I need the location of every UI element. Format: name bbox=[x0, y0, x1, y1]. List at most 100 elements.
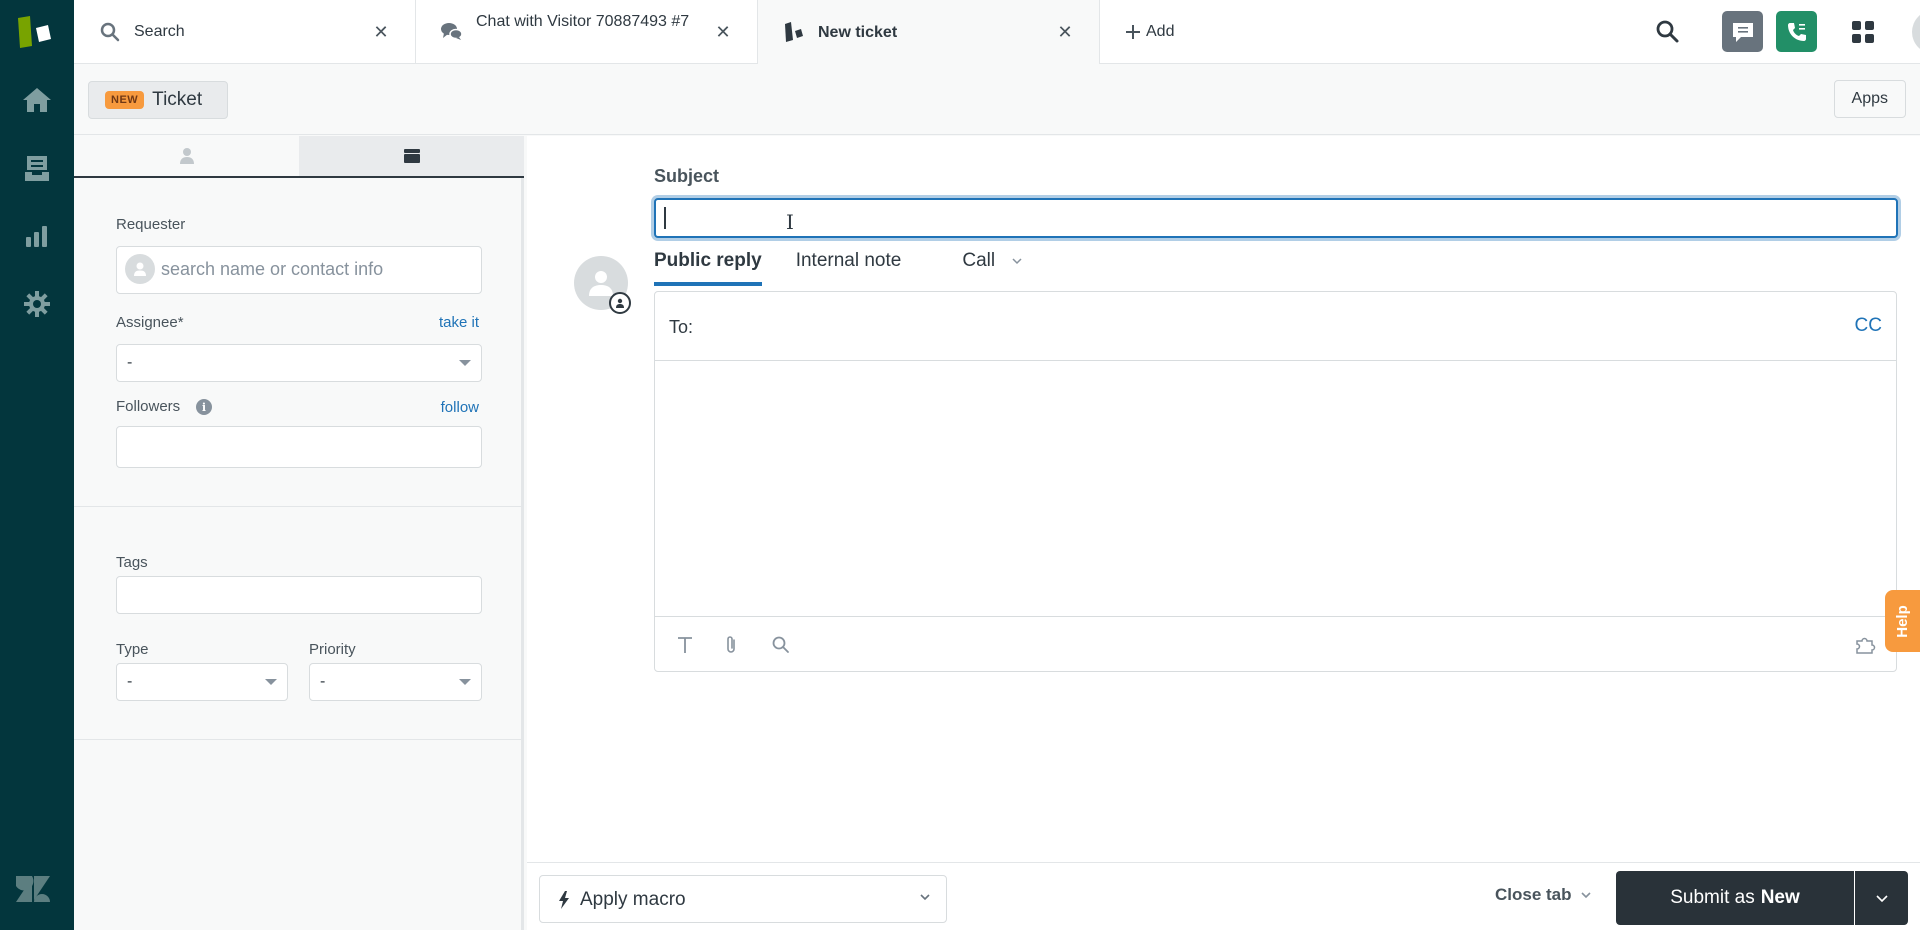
talk-phone-icon bbox=[1787, 22, 1806, 41]
text-cursor bbox=[664, 207, 666, 229]
assignee-label: Assignee* bbox=[116, 314, 184, 331]
tab-user-info[interactable] bbox=[74, 136, 299, 176]
knowledge-search-icon[interactable] bbox=[769, 633, 793, 657]
requester-input[interactable] bbox=[161, 247, 471, 291]
nav-reporting[interactable] bbox=[0, 211, 74, 261]
cc-link[interactable]: CC bbox=[1855, 315, 1882, 337]
help-button[interactable]: Help bbox=[1885, 590, 1920, 652]
inbox-icon bbox=[25, 156, 49, 181]
tab-public-reply[interactable]: Public reply bbox=[654, 250, 762, 286]
help-label: Help bbox=[1893, 604, 1911, 638]
recipients-row[interactable]: To: CC bbox=[655, 292, 1896, 361]
reply-editor: To: CC bbox=[654, 291, 1897, 672]
priority-value: - bbox=[320, 673, 326, 690]
priority-label: Priority bbox=[309, 641, 356, 658]
submit-status: New bbox=[1760, 887, 1800, 908]
reply-type-tabs: Public reply Internal note Call bbox=[654, 250, 1022, 286]
tab-search[interactable]: Search ✕ bbox=[74, 0, 416, 64]
tags-label: Tags bbox=[116, 554, 148, 571]
ibeam-cursor-icon: I bbox=[786, 210, 794, 234]
agent-badge-icon bbox=[609, 292, 631, 314]
user-icon bbox=[589, 271, 613, 296]
close-tab-menu[interactable]: Close tab bbox=[1495, 885, 1592, 905]
attachment-icon[interactable] bbox=[719, 633, 743, 657]
type-select[interactable]: - bbox=[116, 663, 288, 701]
apps-button[interactable]: Apps bbox=[1833, 80, 1906, 118]
requester-field[interactable] bbox=[116, 246, 482, 294]
ticket-footer: Apply macro Close tab Submit as New bbox=[527, 862, 1920, 930]
products-grid-icon[interactable] bbox=[1850, 19, 1876, 45]
tab-chat[interactable]: Chat with Visitor 70887493 #7 ✕ bbox=[416, 0, 758, 64]
chevron-down-icon bbox=[1012, 258, 1022, 265]
info-icon[interactable]: i bbox=[196, 399, 212, 415]
search-icon[interactable] bbox=[1654, 18, 1682, 46]
ticket-title: Ticket bbox=[152, 89, 203, 110]
call-label: Call bbox=[962, 250, 996, 271]
follow-link[interactable]: follow bbox=[441, 399, 479, 416]
nav-views[interactable] bbox=[0, 143, 74, 193]
talk-button[interactable] bbox=[1776, 11, 1817, 52]
panel-tabs bbox=[74, 136, 524, 178]
top-bar: Search ✕ Chat with Visitor 70887493 #7 ✕… bbox=[74, 0, 1920, 64]
apps-puzzle-icon[interactable] bbox=[1854, 633, 1878, 657]
bar-chart-icon bbox=[26, 226, 47, 247]
user-icon bbox=[134, 262, 146, 276]
lightning-icon bbox=[559, 891, 569, 909]
subject-input[interactable] bbox=[654, 198, 1898, 238]
followers-label: Followers bbox=[116, 398, 181, 415]
product-nav bbox=[0, 0, 74, 930]
take-it-link[interactable]: take it bbox=[439, 314, 479, 331]
apply-macro-label: Apply macro bbox=[580, 889, 686, 910]
followers-field[interactable] bbox=[116, 426, 482, 468]
close-tab-label: Close tab bbox=[1495, 885, 1572, 904]
chat-icon bbox=[1732, 22, 1753, 42]
close-icon[interactable]: ✕ bbox=[713, 22, 733, 42]
ticket-properties-panel: Requester Assignee* take it - Followers … bbox=[74, 136, 524, 930]
editor-toolbar bbox=[655, 616, 1896, 672]
close-icon[interactable]: ✕ bbox=[371, 22, 391, 42]
tab-ticket-properties[interactable] bbox=[299, 136, 524, 176]
search-icon bbox=[100, 22, 120, 42]
zendesk-support-logo[interactable] bbox=[14, 14, 60, 50]
tab-label: Search bbox=[134, 23, 185, 40]
nav-admin[interactable] bbox=[0, 279, 74, 329]
submit-button[interactable]: Submit as New bbox=[1616, 871, 1854, 925]
tab-internal-note[interactable]: Internal note bbox=[796, 250, 902, 286]
subject-label: Subject bbox=[654, 166, 720, 186]
text-format-icon[interactable] bbox=[673, 633, 697, 657]
requester-avatar bbox=[125, 254, 155, 284]
type-value: - bbox=[127, 673, 133, 690]
tab-new-ticket[interactable]: New ticket ✕ bbox=[758, 0, 1100, 64]
tab-label: Chat with Visitor 70887493 #7 bbox=[476, 13, 690, 30]
comment-body-input[interactable] bbox=[655, 362, 1896, 616]
section-divider bbox=[74, 739, 521, 740]
add-tab-label: Add bbox=[1146, 23, 1175, 40]
chevron-down-icon bbox=[920, 894, 930, 901]
status-badge: NEW bbox=[105, 91, 145, 109]
apply-macro-dropdown[interactable]: Apply macro bbox=[539, 875, 947, 923]
ticket-header: NEW Ticket Apps bbox=[74, 65, 1920, 135]
priority-select[interactable]: - bbox=[309, 663, 482, 701]
submit-options-button[interactable] bbox=[1855, 871, 1908, 925]
type-label: Type bbox=[116, 641, 149, 658]
tags-field[interactable] bbox=[116, 576, 482, 614]
zendesk-logo[interactable] bbox=[14, 874, 52, 904]
submit-prefix: Submit as bbox=[1670, 887, 1755, 908]
ticket-card-icon bbox=[403, 149, 420, 163]
assignee-value: - bbox=[127, 354, 133, 371]
chevron-down-icon bbox=[1580, 892, 1591, 899]
tab-call[interactable]: Call bbox=[962, 250, 1022, 286]
ticket-status-pill[interactable]: NEW Ticket bbox=[88, 81, 228, 119]
section-divider bbox=[74, 506, 521, 507]
ticket-icon bbox=[785, 22, 803, 42]
caret-down-icon bbox=[459, 679, 471, 685]
home-icon bbox=[23, 88, 51, 112]
add-tab-button[interactable]: Add bbox=[1126, 20, 1174, 44]
nav-home[interactable] bbox=[0, 75, 74, 125]
caret-down-icon bbox=[459, 360, 471, 366]
chat-button[interactable] bbox=[1722, 11, 1763, 52]
assignee-select[interactable]: - bbox=[116, 344, 482, 382]
chat-bubbles-icon bbox=[441, 23, 463, 40]
chevron-down-icon bbox=[1875, 895, 1888, 903]
close-icon[interactable]: ✕ bbox=[1055, 22, 1075, 42]
